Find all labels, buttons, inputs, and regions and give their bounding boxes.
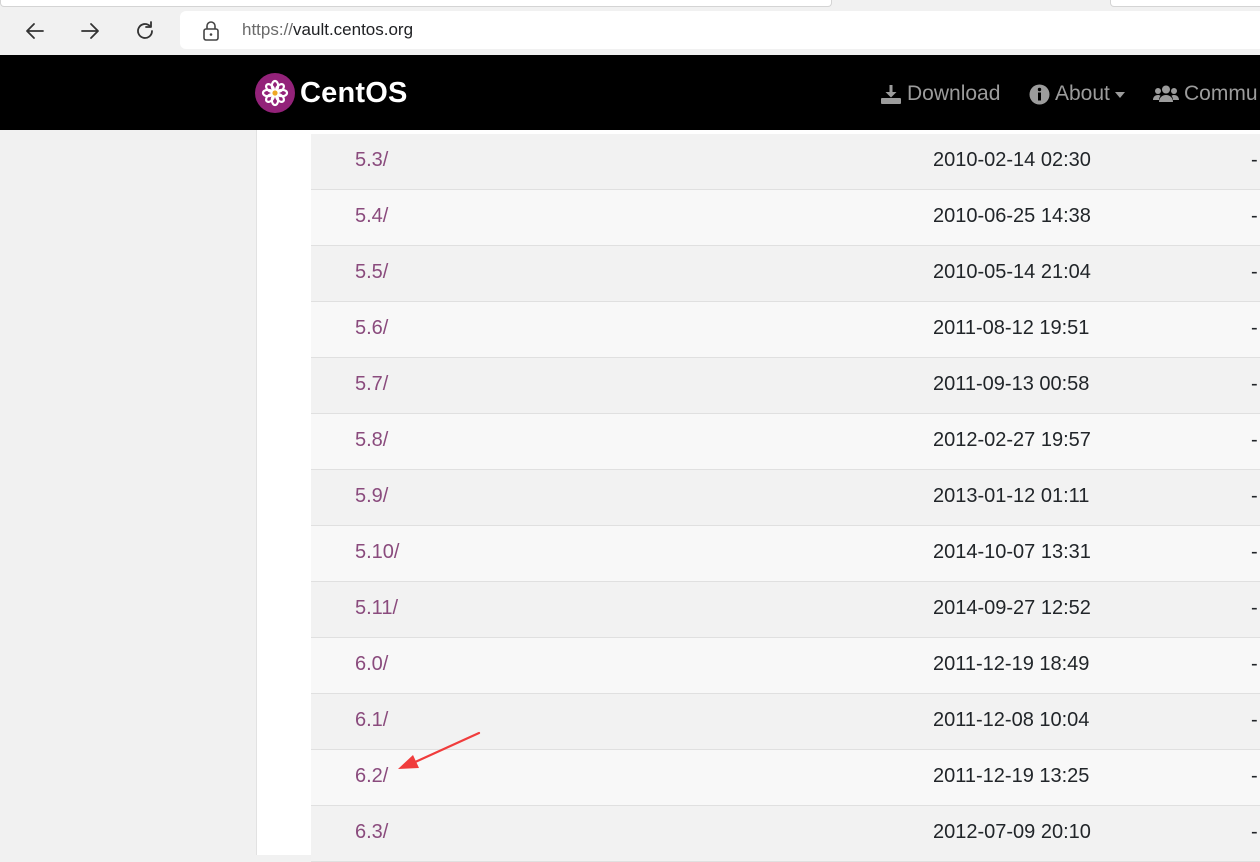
brand-link[interactable]: CentOS xyxy=(255,72,408,114)
arrow-right-icon xyxy=(81,23,99,39)
table-row: 6.1/ 2011-12-08 10:04 - xyxy=(311,694,1260,750)
caret-down-icon xyxy=(1114,92,1125,98)
size-cell: - xyxy=(1251,821,1258,843)
directory-link[interactable]: 5.11/ xyxy=(355,597,398,620)
directory-link[interactable]: 5.5/ xyxy=(355,261,388,284)
size-cell: - xyxy=(1251,261,1258,283)
info-circle-icon xyxy=(1029,84,1050,104)
modified-date: 2012-07-09 20:10 xyxy=(933,821,1091,843)
modified-date: 2014-10-07 13:31 xyxy=(933,541,1091,563)
modified-date: 2014-09-27 12:52 xyxy=(933,597,1091,619)
reload-icon xyxy=(137,21,153,39)
directory-link[interactable]: 6.0/ xyxy=(355,653,388,676)
size-cell: - xyxy=(1251,373,1258,395)
directory-link[interactable]: 6.2/ xyxy=(355,765,388,788)
size-cell: - xyxy=(1251,709,1258,731)
tab-strip xyxy=(0,0,1260,8)
directory-listing: 5.3/ 2010-02-14 02:30 - 5.4/ 2010-06-25 … xyxy=(311,134,1260,862)
modified-date: 2010-02-14 02:30 xyxy=(933,149,1091,171)
browser-tab[interactable] xyxy=(1110,0,1260,7)
directory-link[interactable]: 5.10/ xyxy=(355,541,399,564)
modified-date: 2010-06-25 14:38 xyxy=(933,205,1091,227)
table-row: 5.11/ 2014-09-27 12:52 - xyxy=(311,582,1260,638)
nav-download[interactable]: Download xyxy=(880,80,1000,108)
forward-button[interactable] xyxy=(72,13,108,49)
size-cell: - xyxy=(1251,653,1258,675)
table-row: 5.9/ 2013-01-12 01:11 - xyxy=(311,470,1260,526)
modified-date: 2013-01-12 01:11 xyxy=(933,485,1090,507)
size-cell: - xyxy=(1251,485,1258,507)
table-row: 6.0/ 2011-12-19 18:49 - xyxy=(311,638,1260,694)
size-cell: - xyxy=(1251,205,1258,227)
directory-link[interactable]: 5.9/ xyxy=(355,485,388,508)
site-header: CentOS Download About Commu xyxy=(0,55,1260,130)
download-icon xyxy=(881,85,901,104)
table-row: 5.6/ 2011-08-12 19:51 - xyxy=(311,302,1260,358)
modified-date: 2010-05-14 21:04 xyxy=(933,261,1091,283)
modified-date: 2011-12-19 18:49 xyxy=(933,653,1090,675)
back-button[interactable] xyxy=(17,13,53,49)
arrow-left-icon xyxy=(26,23,44,39)
table-row: 5.7/ 2011-09-13 00:58 - xyxy=(311,358,1260,414)
browser-toolbar: https://vault.centos.org xyxy=(0,8,1260,54)
size-cell: - xyxy=(1251,541,1258,563)
browser-tab[interactable] xyxy=(0,0,832,7)
directory-link[interactable]: 5.6/ xyxy=(355,317,388,340)
address-bar[interactable]: https://vault.centos.org xyxy=(180,11,1260,49)
nav-about[interactable]: About xyxy=(1029,80,1125,108)
directory-link[interactable]: 5.7/ xyxy=(355,373,388,396)
modified-date: 2011-08-12 19:51 xyxy=(933,317,1090,339)
reload-button[interactable] xyxy=(127,13,163,49)
nav-download-label: Download xyxy=(907,82,1001,105)
size-cell: - xyxy=(1251,317,1258,339)
modified-date: 2011-12-08 10:04 xyxy=(933,709,1090,731)
size-cell: - xyxy=(1251,429,1258,451)
table-row: 6.3/ 2012-07-09 20:10 - xyxy=(311,806,1260,862)
directory-link[interactable]: 5.3/ xyxy=(355,149,388,172)
brand-name: CentOS xyxy=(300,76,408,109)
modified-date: 2011-09-13 00:58 xyxy=(933,373,1090,395)
table-row: 5.8/ 2012-02-27 19:57 - xyxy=(311,414,1260,470)
directory-link[interactable]: 6.1/ xyxy=(355,709,388,732)
nav-about-label: About xyxy=(1055,82,1110,105)
table-row: 5.4/ 2010-06-25 14:38 - xyxy=(311,190,1260,246)
nav-community-label: Commu xyxy=(1184,82,1258,105)
directory-link[interactable]: 6.3/ xyxy=(355,821,388,844)
size-cell: - xyxy=(1251,149,1258,171)
directory-link[interactable]: 5.8/ xyxy=(355,429,388,452)
size-cell: - xyxy=(1251,597,1258,619)
users-icon xyxy=(1153,85,1179,102)
url-host: vault.centos.org xyxy=(293,20,414,39)
directory-link[interactable]: 5.4/ xyxy=(355,205,388,228)
modified-date: 2011-12-19 13:25 xyxy=(933,765,1090,787)
table-row: 5.10/ 2014-10-07 13:31 - xyxy=(311,526,1260,582)
lock-icon[interactable] xyxy=(202,21,220,41)
table-row: 5.5/ 2010-05-14 21:04 - xyxy=(311,246,1260,302)
table-row: 5.3/ 2010-02-14 02:30 - xyxy=(311,134,1260,190)
url-scheme: https:// xyxy=(242,20,294,39)
table-row: 6.2/ 2011-12-19 13:25 - xyxy=(311,750,1260,806)
size-cell: - xyxy=(1251,765,1258,787)
centos-logo-icon xyxy=(255,73,295,113)
modified-date: 2012-02-27 19:57 xyxy=(933,429,1091,451)
nav-community[interactable]: Commu xyxy=(1153,80,1258,108)
url-text[interactable]: https://vault.centos.org xyxy=(242,20,413,40)
